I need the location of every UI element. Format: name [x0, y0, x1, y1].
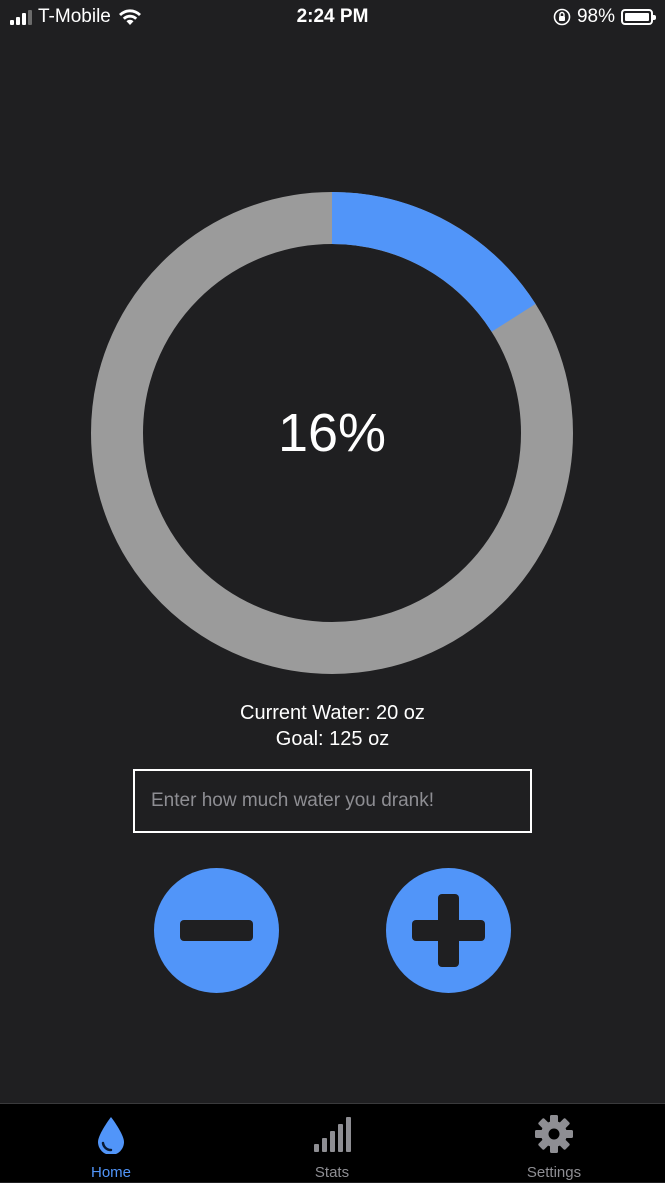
battery-percentage: 98%: [576, 6, 615, 27]
minus-icon: [180, 920, 253, 941]
tab-home[interactable]: Home: [0, 1104, 222, 1183]
tab-home-label: Home: [90, 1164, 131, 1181]
status-bar: T-Mobile 2:24 PM 98%: [0, 0, 665, 34]
decrease-water-button[interactable]: [154, 868, 279, 993]
status-right: 98%: [553, 6, 656, 28]
increase-water-button[interactable]: [386, 868, 511, 993]
battery-icon: [621, 9, 656, 25]
battery-fill: [625, 13, 649, 21]
water-amount-input[interactable]: [133, 769, 532, 833]
orientation-lock-icon: [553, 8, 571, 26]
tab-stats[interactable]: Stats: [221, 1104, 443, 1183]
tab-settings[interactable]: Settings: [443, 1104, 665, 1183]
current-water-label: Current Water: 20 oz: [240, 702, 425, 724]
battery-nub: [653, 15, 656, 20]
tab-settings-label: Settings: [526, 1164, 582, 1181]
bar-chart-icon: [314, 1117, 351, 1152]
goal-label: Goal: 125 oz: [275, 728, 390, 750]
progress-ring: 16%: [90, 191, 574, 675]
plus-icon: [412, 894, 485, 967]
tab-stats-label: Stats: [314, 1164, 350, 1181]
water-drop-icon: [98, 1117, 124, 1154]
progress-percentage: 16%: [277, 403, 387, 463]
tab-bar: Home Stats Settings: [0, 1103, 665, 1182]
gear-icon: [535, 1115, 573, 1153]
